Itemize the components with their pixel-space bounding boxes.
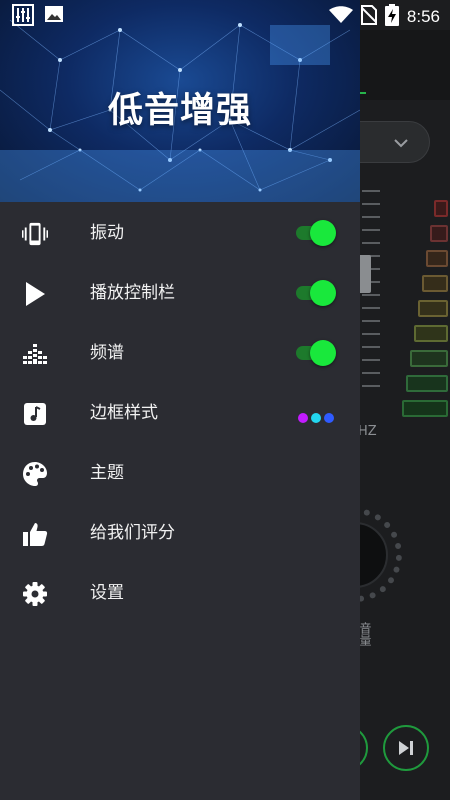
playback-bar-toggle[interactable] <box>296 280 336 306</box>
skip-next-icon <box>399 741 413 755</box>
drawer-header: 低音增强 <box>0 0 360 202</box>
spectrum-icon <box>22 341 48 367</box>
gear-icon <box>22 581 48 607</box>
menu-item-theme[interactable]: 主题 <box>0 443 360 503</box>
navigation-drawer: 低音增强 振动 播放控制栏 频谱 边框样式 主题 给我们评分 设置 <box>0 0 360 800</box>
frequency-ruler <box>362 190 382 410</box>
menu-item-playback-bar[interactable]: 播放控制栏 <box>0 263 360 323</box>
menu-item-label: 主题 <box>90 463 124 483</box>
drawer-title: 低音增强 <box>107 91 252 131</box>
color-dot <box>311 413 321 423</box>
menu-item-label: 边框样式 <box>90 403 158 423</box>
border-color-dots[interactable] <box>298 408 338 423</box>
color-dot <box>298 413 308 423</box>
hz-label: HZ <box>358 424 377 439</box>
menu-item-label: 频谱 <box>90 343 124 363</box>
chevron-down-icon <box>394 139 408 148</box>
next-track-button[interactable] <box>383 725 429 771</box>
menu-item-label: 给我们评分 <box>90 523 175 543</box>
menu-item-spectrum[interactable]: 频谱 <box>0 323 360 383</box>
menu-item-label: 播放控制栏 <box>90 283 175 303</box>
thumbs-up-icon <box>22 521 48 547</box>
battery-charging-icon <box>384 4 399 30</box>
music-note-icon <box>22 401 48 427</box>
menu-item-rate-us[interactable]: 给我们评分 <box>0 503 360 563</box>
equalizer-app-icon <box>12 4 34 30</box>
menu-item-label: 设置 <box>90 583 124 603</box>
status-time: 8:56 <box>406 7 440 26</box>
menu-item-label: 振动 <box>90 223 124 243</box>
spectrum-toggle[interactable] <box>296 340 336 366</box>
vibration-icon <box>22 221 48 247</box>
wifi-icon <box>328 6 353 28</box>
play-icon <box>22 281 48 307</box>
menu-item-border-style[interactable]: 边框样式 <box>0 383 360 443</box>
status-bar: 8:56 <box>0 0 450 30</box>
drawer-menu: 振动 播放控制栏 频谱 边框样式 主题 给我们评分 设置 <box>0 203 360 623</box>
no-sim-icon <box>360 5 378 29</box>
palette-icon <box>22 461 48 487</box>
color-dot <box>324 413 334 423</box>
vibration-toggle[interactable] <box>296 220 336 246</box>
level-meter <box>400 200 450 420</box>
menu-item-settings[interactable]: 设置 <box>0 563 360 623</box>
image-icon <box>44 4 64 30</box>
menu-item-vibration[interactable]: 振动 <box>0 203 360 263</box>
